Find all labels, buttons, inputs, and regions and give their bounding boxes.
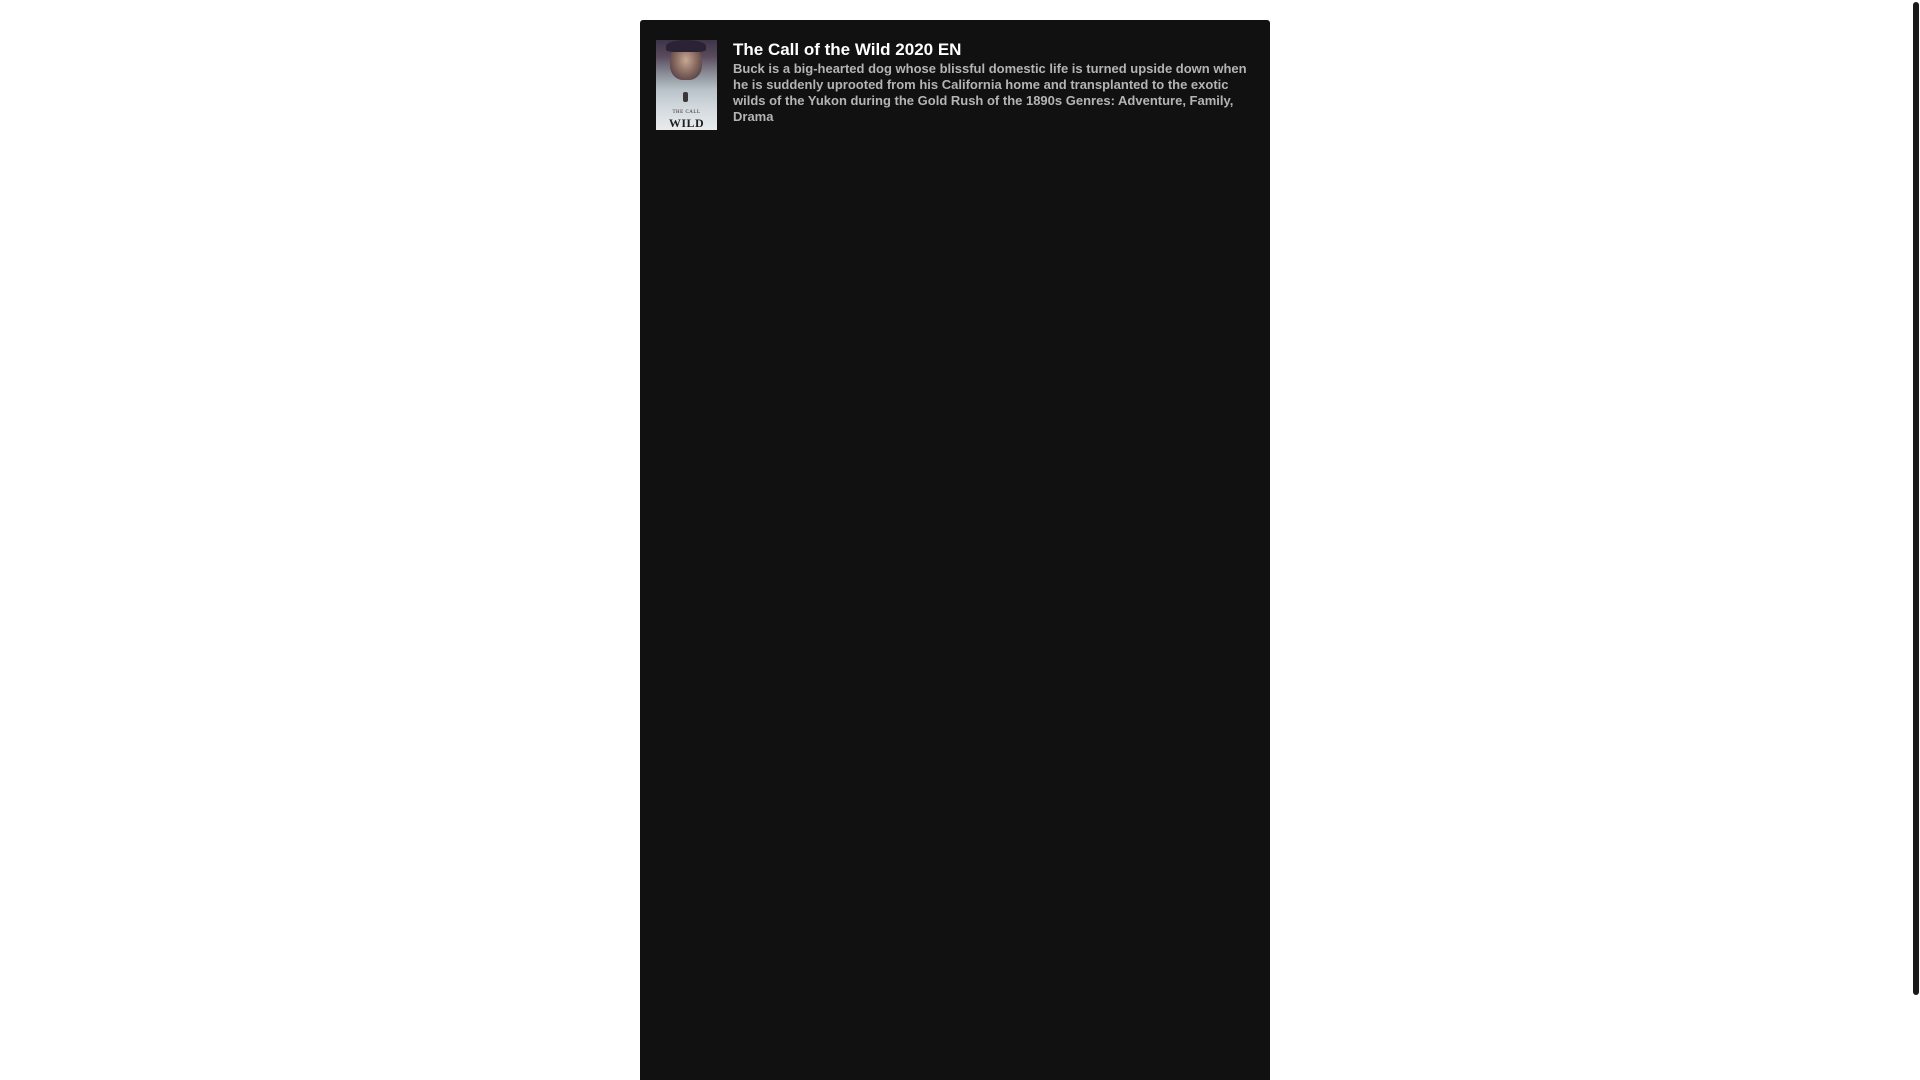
genres-label: Genres: xyxy=(1065,93,1115,108)
poster-figure xyxy=(683,92,688,102)
movie-title[interactable]: The Call of the Wild 2020 EN xyxy=(733,40,1254,60)
content-panel: THE CALL WILD The Call of the Wild 2020 … xyxy=(640,20,1270,1080)
poster-title-line2: WILD xyxy=(668,116,705,130)
movie-list-item[interactable]: THE CALL WILD The Call of the Wild 2020 … xyxy=(656,40,1254,130)
page-scrollbar[interactable] xyxy=(1912,0,1920,1080)
movie-poster[interactable]: THE CALL WILD xyxy=(656,40,717,130)
page: THE CALL WILD The Call of the Wild 2020 … xyxy=(0,0,1920,1080)
movie-info: The Call of the Wild 2020 EN Buck is a b… xyxy=(733,40,1254,125)
movie-description: Buck is a big-hearted dog whose blissful… xyxy=(733,61,1254,125)
poster-hat xyxy=(666,40,706,52)
poster-title-line1: THE CALL xyxy=(672,110,701,115)
scrollbar-thumb[interactable] xyxy=(1913,2,1919,995)
